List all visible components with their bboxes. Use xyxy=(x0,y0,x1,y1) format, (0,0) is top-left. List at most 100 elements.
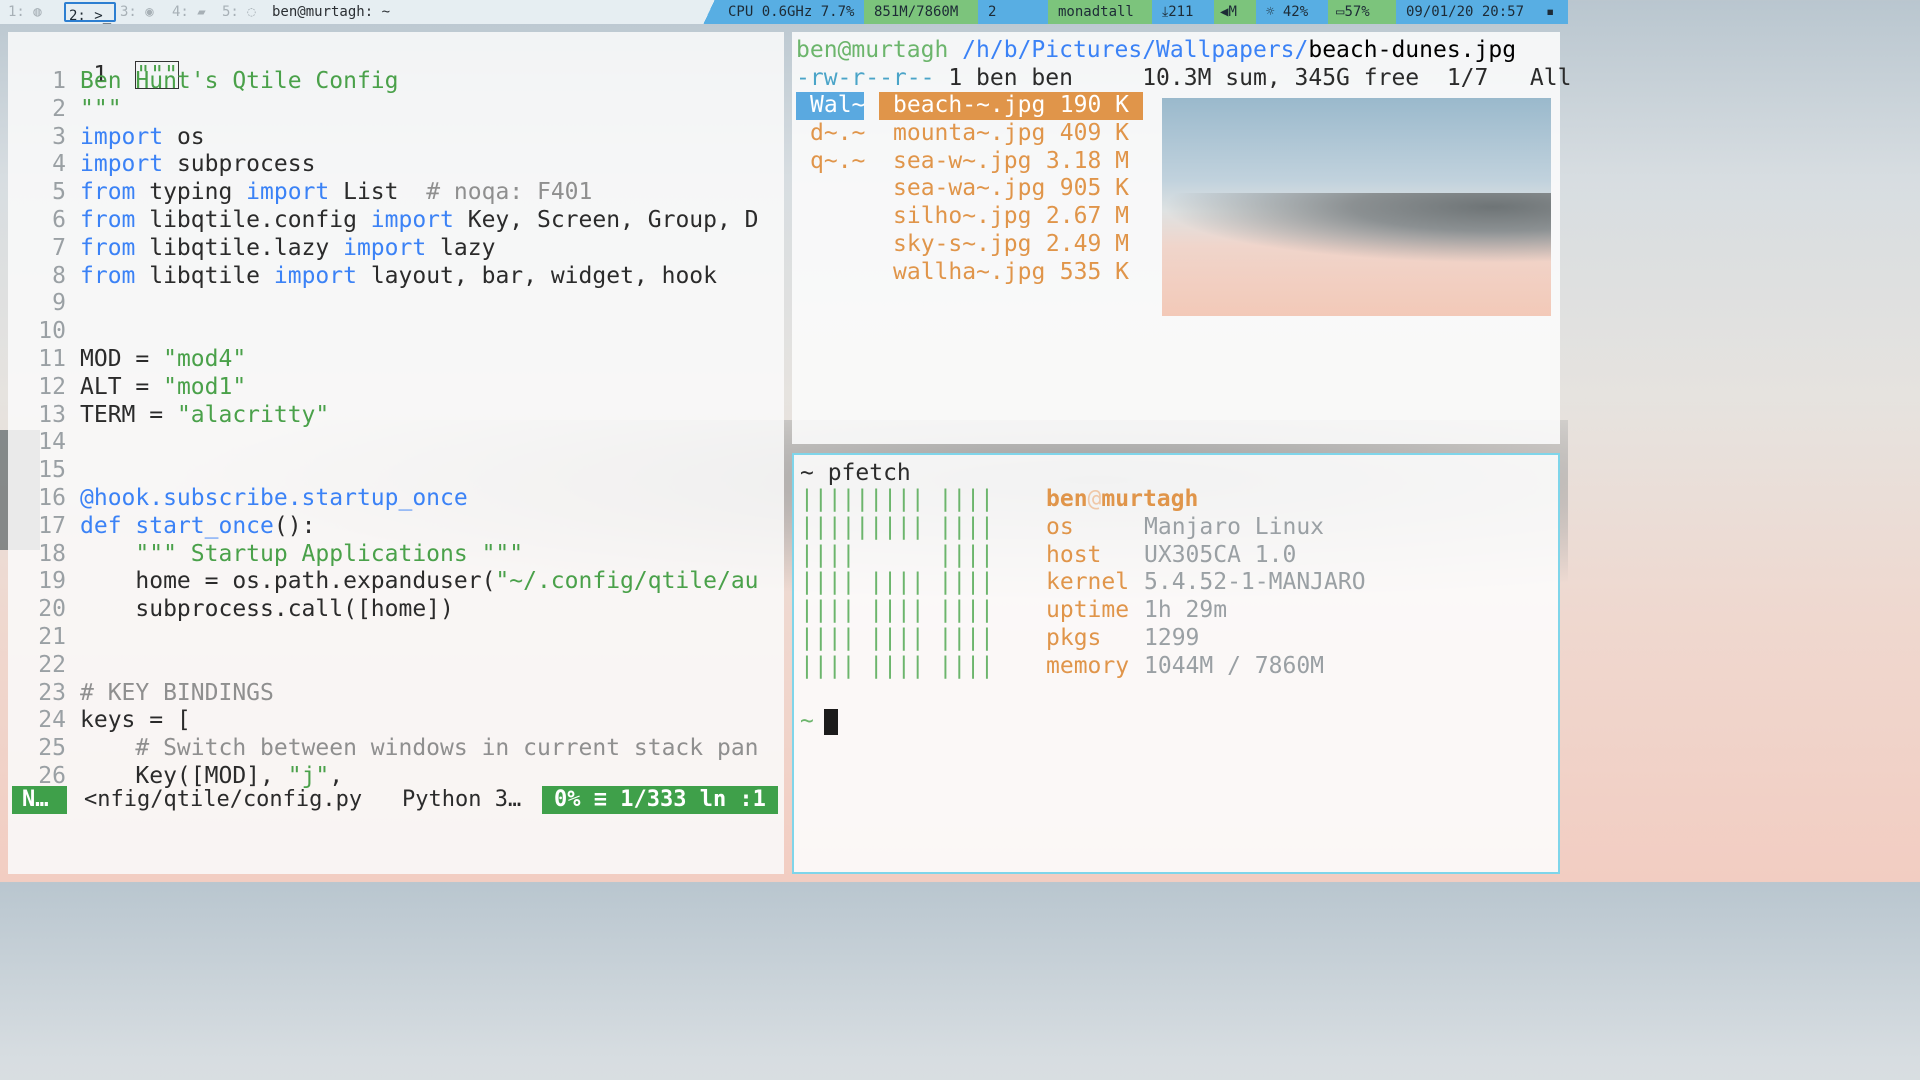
preview-dune xyxy=(1162,193,1551,263)
line-number: 4 xyxy=(52,151,66,178)
code-line[interactable]: 5 from typing import List # noqa: F401 xyxy=(8,179,759,207)
workspace-1[interactable]: 1: ◍ xyxy=(8,0,42,24)
workspace-2[interactable]: 2: >_ xyxy=(64,2,117,24)
line-text: ALT = "mod1" xyxy=(80,373,247,400)
file-item[interactable]: beach-~.jpg 190 K xyxy=(879,92,1143,120)
info-value: 5.4.52-1-MANJARO xyxy=(1144,569,1366,596)
workspace-3[interactable]: 3: ◉ xyxy=(120,0,154,24)
cursor-position: 0% ≡ 1/333 ln :1 xyxy=(542,786,778,814)
logo-line: |||| |||| |||| xyxy=(800,569,994,596)
line-text: import subprocess xyxy=(80,151,316,178)
clock-widget: 09/01/20 20:57 xyxy=(1396,0,1536,24)
info-key: os xyxy=(1046,513,1074,540)
volume-widget[interactable]: ◀M xyxy=(1214,0,1256,24)
code-line[interactable]: 8 from libqtile import layout, bar, widge… xyxy=(8,263,759,291)
file-item[interactable]: sky-s~.jpg 2.49 M xyxy=(879,231,1143,259)
code-line[interactable]: 12 ALT = "mod1" xyxy=(8,374,759,402)
line-number: 13 xyxy=(38,401,66,428)
code-line[interactable]: 22 xyxy=(8,652,759,680)
logo-line: |||| |||| |||| xyxy=(800,597,994,624)
window-title: ben@murtagh: ~ xyxy=(272,4,391,20)
workspace-5[interactable]: 5: ◌ xyxy=(222,0,256,24)
brightness-icon: ☼ xyxy=(1266,4,1275,20)
code-line[interactable]: 20 subprocess.call([home]) xyxy=(8,596,759,624)
folder-icon: ▰ xyxy=(197,4,206,20)
file-item[interactable]: wallha~.jpg 535 K xyxy=(879,259,1143,287)
updates-widget[interactable]: ⤓211 xyxy=(1152,0,1214,24)
file-item[interactable]: mounta~.jpg 409 K xyxy=(879,120,1143,148)
code-line[interactable]: 4 import subprocess xyxy=(8,151,759,179)
line-text: @hook.subscribe.startup_once xyxy=(80,484,468,511)
parent-dir-item[interactable]: Wal~ xyxy=(796,92,865,120)
layout-widget[interactable]: monadtall xyxy=(1048,0,1152,24)
parent-dir-item[interactable]: q~.~ xyxy=(796,148,865,176)
line-number: 2 xyxy=(52,95,66,122)
code-line[interactable]: 16 @hook.subscribe.startup_once xyxy=(8,485,759,513)
line-number: 22 xyxy=(38,651,66,678)
code-line[interactable]: 11 MOD = "mod4" xyxy=(8,346,759,374)
file-name: sea-w~.jpg xyxy=(893,147,1032,174)
code-line[interactable]: 10 xyxy=(8,318,759,346)
code-line[interactable]: 13 TERM = "alacritty" xyxy=(8,402,759,430)
info-value: 1299 xyxy=(1144,624,1200,651)
line-text: # KEY BINDINGS xyxy=(80,679,274,706)
info-row: pkgs 1299 xyxy=(1046,625,1366,653)
file-size: 190 K xyxy=(1059,92,1129,118)
code-line[interactable]: 23 # KEY BINDINGS xyxy=(8,680,759,708)
line-number: 24 xyxy=(38,707,66,734)
code-line[interactable]: 19 home = os.path.expanduser("~/.config/… xyxy=(8,568,758,596)
file-item[interactable]: sea-wa~.jpg 905 K xyxy=(879,175,1143,203)
file-item[interactable]: silho~.jpg 2.67 M xyxy=(879,203,1143,231)
line-number: 7 xyxy=(52,234,66,261)
line-number: 15 xyxy=(38,457,66,484)
info-row: os Manjaro Linux xyxy=(1046,514,1366,542)
code-line[interactable]: 15 xyxy=(8,457,759,485)
info-value: 1044M / 7860M xyxy=(1144,652,1325,679)
file-name: wallha~.jpg xyxy=(893,258,1046,285)
chat-icon: ◉ xyxy=(145,4,154,20)
ranger-dir: /h/b/Pictures/Wallpapers/ xyxy=(948,37,1309,63)
code-line[interactable]: 6 from libqtile.config import Key, Screen… xyxy=(8,207,758,235)
ranger-file: beach-dunes.jpg xyxy=(1308,37,1517,63)
ranger-window[interactable]: ben@murtagh /h/b/Pictures/Wallpapers/bea… xyxy=(792,32,1571,444)
file-name: sea-wa~.jpg xyxy=(893,175,1046,202)
file-size: 3.18 M xyxy=(1045,147,1129,174)
line-number: 3 xyxy=(52,123,66,150)
code-line[interactable]: 9 xyxy=(8,290,759,318)
line-number: 5 xyxy=(52,179,66,206)
terminal-icon: >_ xyxy=(94,8,112,24)
file-item[interactable]: sea-w~.jpg 3.18 M xyxy=(879,148,1143,176)
brightness-widget[interactable]: ☼ 42% xyxy=(1256,0,1328,24)
line-number: 21 xyxy=(38,623,66,650)
code-line[interactable]: 7 from libqtile.lazy import lazy xyxy=(8,235,759,263)
info-key: kernel xyxy=(1046,569,1130,596)
code-line[interactable]: 14 xyxy=(8,429,759,457)
line-number: 20 xyxy=(38,596,66,623)
info-row: host UX305CA 1.0 xyxy=(1046,542,1366,570)
systray-icon[interactable]: ▪ xyxy=(1536,0,1568,24)
code-line[interactable]: 25 # Switch between windows in current s… xyxy=(8,735,759,763)
ranger-user: ben@murtagh xyxy=(796,37,949,63)
code-line[interactable]: 1 Ben Hunt's Qtile Config xyxy=(8,68,759,96)
terminal-window[interactable]: ~ pfetch ||||||||| |||| ||||||||| |||| |||… xyxy=(792,453,1560,874)
code-line[interactable]: 17 def start_once(): xyxy=(8,513,759,541)
code-line[interactable]: 3 import os xyxy=(8,124,759,152)
code-line[interactable]: 2 """ xyxy=(8,96,759,124)
vim-window[interactable]: 1 """ 1 Ben Hunt's Qtile Config 2 """ 3 import… xyxy=(8,32,784,874)
file-size: 905 K xyxy=(1059,175,1129,202)
code-buffer[interactable]: 1 Ben Hunt's Qtile Config 2 """ 3 import os 4 i… xyxy=(8,68,759,791)
line-number: 10 xyxy=(38,318,66,345)
code-line[interactable]: 21 xyxy=(8,624,759,652)
file-permissions: -rw-r--r-- xyxy=(796,65,935,91)
workspace-4[interactable]: 4: ▰ xyxy=(172,0,206,24)
line-text: """ Startup Applications """ xyxy=(135,540,524,567)
parent-dir-item[interactable]: d~.~ xyxy=(796,120,865,148)
line-number: 25 xyxy=(38,735,66,762)
battery-widget: ▭57% xyxy=(1328,0,1396,24)
shell-prompt[interactable]: ~ xyxy=(800,707,838,735)
memory-widget: 851M/7860M xyxy=(864,0,978,24)
code-line[interactable]: 18 """ Startup Applications """ xyxy=(8,541,759,569)
code-line[interactable]: 24 keys = [ xyxy=(8,707,759,735)
logo-line: ||||||||| |||| xyxy=(800,486,994,512)
logo-line: |||| |||| |||| xyxy=(800,624,994,651)
